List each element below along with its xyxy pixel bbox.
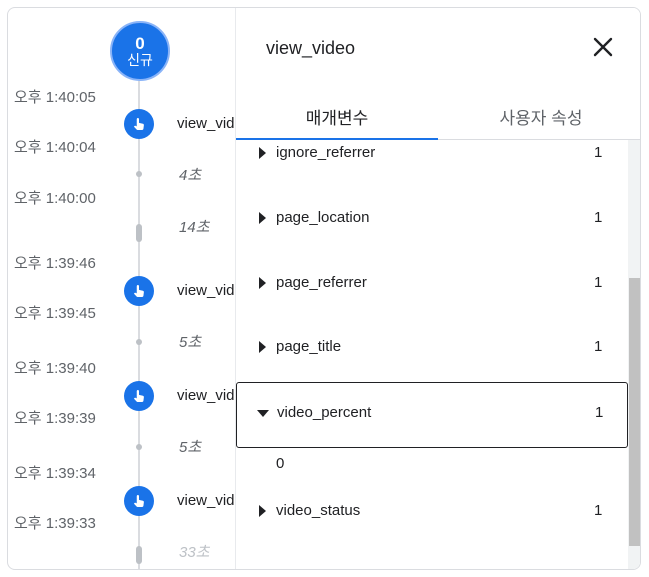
event-params-panel: view_video 매개변수 사용자 속성 ignore_referrer 1… — [235, 8, 640, 569]
event-detail-frame: 0 신규 오후 1:40:05 오후 1:40:04 오후 1:40:00 오후… — [7, 7, 641, 570]
param-name: page_title — [276, 338, 342, 355]
timestamp: 오후 1:39:40 — [14, 360, 96, 377]
panel-title: view_video — [266, 38, 356, 58]
new-events-badge[interactable]: 0 신규 — [110, 21, 170, 81]
close-button[interactable] — [590, 34, 616, 60]
event-gap-duration: 4초 — [179, 167, 202, 184]
touch-icon[interactable] — [124, 486, 154, 516]
collapse-caret-icon — [257, 410, 269, 417]
expand-caret-icon — [259, 212, 266, 224]
param-value: 0 — [276, 455, 285, 472]
event-gap-duration: 14초 — [179, 219, 210, 236]
scrollbar-thumb[interactable] — [629, 278, 640, 546]
param-name: video_status — [276, 502, 361, 519]
expand-caret-icon — [259, 147, 266, 159]
param-count: 1 — [595, 404, 604, 421]
timestamp: 오후 1:39:34 — [14, 465, 96, 482]
timestamp: 오후 1:39:33 — [14, 515, 96, 532]
parameter-list: ignore_referrer 1 page_location 1 page_r… — [236, 140, 628, 569]
event-name[interactable]: view_video — [177, 492, 242, 509]
param-row-video-status[interactable]: video_status 1 — [236, 492, 628, 532]
timeline-gap-marker — [136, 546, 142, 564]
param-name: video_title — [276, 567, 344, 569]
tab-parameters[interactable]: 매개변수 — [236, 88, 438, 140]
timeline-gap-marker — [136, 224, 142, 242]
timeline-gap-marker — [136, 171, 142, 177]
param-count: 1 — [594, 502, 603, 519]
event-timeline: 0 신규 오후 1:40:05 오후 1:40:04 오후 1:40:00 오후… — [8, 8, 242, 569]
timestamp: 오후 1:39:45 — [14, 305, 96, 322]
param-name: page_referrer — [276, 274, 367, 291]
param-name: video_percent — [277, 404, 372, 421]
close-icon — [593, 37, 613, 57]
touch-icon-glyph — [133, 285, 144, 297]
timestamp: 오후 1:40:00 — [14, 190, 96, 207]
event-gap-duration: 5초 — [179, 334, 202, 351]
touch-icon[interactable] — [124, 109, 154, 139]
expand-caret-icon — [259, 277, 266, 289]
param-count: 1 — [594, 338, 603, 355]
param-count: 1 — [594, 274, 603, 291]
new-events-label: 신규 — [127, 52, 153, 68]
new-events-count: 0 — [135, 34, 145, 53]
timeline-gap-marker — [136, 444, 142, 450]
timestamp: 오후 1:40:05 — [14, 89, 96, 106]
touch-icon[interactable] — [124, 276, 154, 306]
event-name[interactable]: view_video — [177, 282, 242, 299]
param-row-page-location[interactable]: page_location 1 — [236, 199, 628, 239]
param-count: 1 — [594, 209, 603, 226]
event-gap-duration: 33초 — [179, 544, 210, 561]
panel-tabs: 매개변수 사용자 속성 — [236, 88, 640, 140]
param-row-ignore-referrer[interactable]: ignore_referrer 1 — [236, 140, 628, 174]
touch-icon-glyph — [133, 390, 144, 402]
timeline-gap-marker — [136, 339, 142, 345]
timestamp: 오후 1:40:04 — [14, 139, 96, 156]
event-name[interactable]: view_video — [177, 115, 242, 132]
param-name: ignore_referrer — [276, 144, 376, 161]
param-row-video-title[interactable]: video_title 1 — [236, 557, 628, 569]
event-name[interactable]: view_video — [177, 387, 242, 404]
param-row-page-referrer[interactable]: page_referrer 1 — [236, 264, 628, 304]
touch-icon[interactable] — [124, 381, 154, 411]
param-name: page_location — [276, 209, 370, 226]
touch-icon-glyph — [133, 118, 144, 130]
timestamp: 오후 1:39:39 — [14, 410, 96, 427]
param-count: 1 — [594, 144, 603, 161]
param-row-video-percent[interactable]: video_percent 1 — [236, 382, 628, 448]
tab-user-properties[interactable]: 사용자 속성 — [440, 88, 640, 140]
param-count: 1 — [594, 567, 602, 569]
event-gap-duration: 5초 — [179, 439, 202, 456]
timestamp: 오후 1:39:46 — [14, 255, 96, 272]
param-row-page-title[interactable]: page_title 1 — [236, 328, 628, 368]
expand-caret-icon — [259, 341, 266, 353]
touch-icon-glyph — [133, 495, 144, 507]
expand-caret-icon — [259, 505, 266, 517]
